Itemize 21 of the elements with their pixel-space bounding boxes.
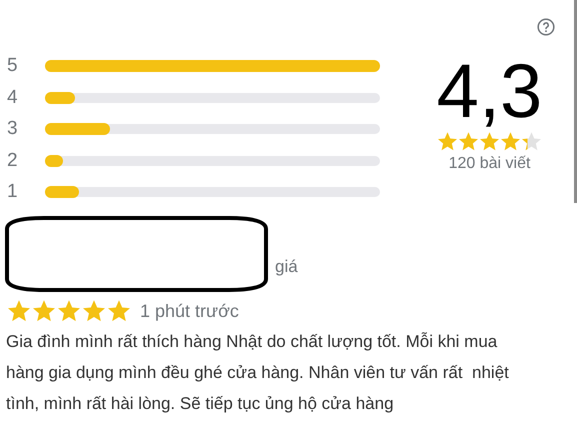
star-icon (438, 132, 457, 151)
review-text: Gia đình mình rất thích hàng Nhật do chất lượng tốt. Mỗi khi mua hàng gia dụng mình đều ghé cửa hàng. Nhân viên tư vấn rất nhiệt tình, mình rất hài lòng. Sẽ tiếp tục ủng hộ cửa hàng (5, 331, 510, 415)
star-icon (8, 300, 30, 322)
help-icon[interactable] (537, 18, 555, 36)
star-icon (459, 132, 478, 151)
rating-label: 1 (7, 181, 19, 203)
rating-label: 2 (7, 150, 19, 172)
star-icon (108, 300, 130, 322)
star-icon (58, 300, 80, 322)
star-icon (501, 132, 520, 151)
star-icon (522, 132, 541, 151)
star-icon (83, 300, 105, 322)
rating-label: 4 (7, 86, 19, 108)
review-count: 120 bài viết (448, 155, 530, 173)
star-icon (33, 300, 55, 322)
rating-label: 3 (7, 118, 19, 140)
reviewer-name: giá (275, 257, 298, 277)
rating-label: 5 (7, 55, 19, 77)
star-icon (480, 132, 499, 151)
average-score: 4,3 (436, 52, 542, 132)
review-time: 1 phút trước (140, 300, 239, 322)
